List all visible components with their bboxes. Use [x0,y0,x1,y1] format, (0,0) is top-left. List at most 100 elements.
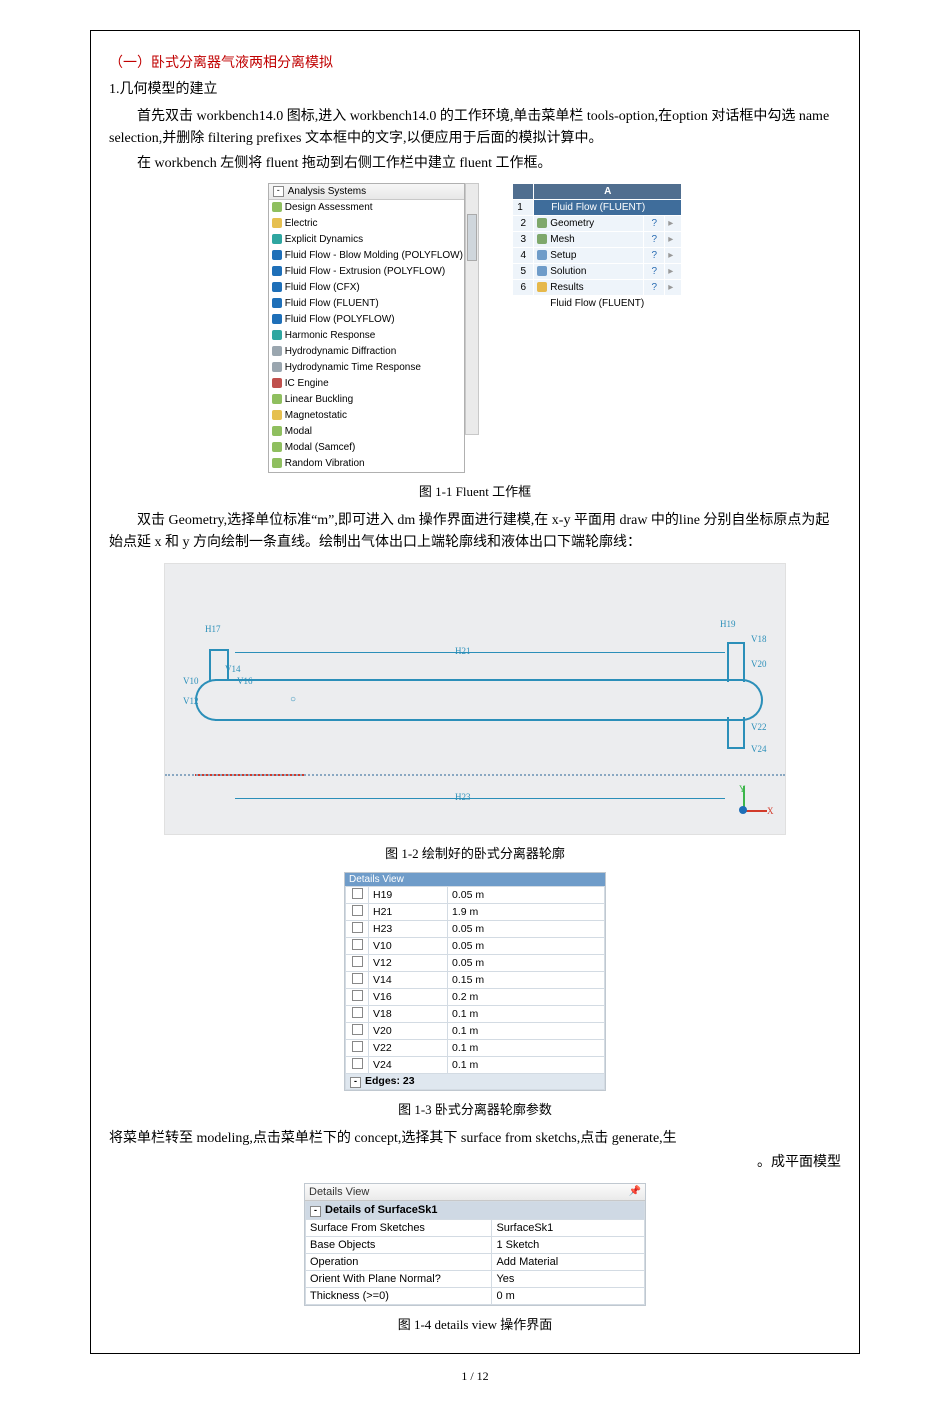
collapse-icon[interactable]: - [273,186,284,197]
dim-v14: V14 [225,664,241,674]
details-row[interactable]: H230.05 m [346,920,605,937]
toolbox-item[interactable]: Random Vibration [269,456,464,472]
pin-icon[interactable]: 📌 [629,1186,641,1197]
scroll-thumb[interactable] [467,214,477,261]
toolbox-item[interactable]: IC Engine [269,376,464,392]
details2-group[interactable]: Details of SurfaceSk1 [325,1204,438,1216]
checkbox-icon[interactable] [352,1024,363,1035]
toolbox-item[interactable]: Harmonic Response [269,328,464,344]
details-row[interactable]: V200.1 m [346,1022,605,1039]
schematic-block: A 1Fluid Flow (FLUENT) 2Geometry?▸3Mesh?… [512,183,682,311]
checkbox-icon[interactable] [352,922,363,933]
dotted-baseline [165,774,785,776]
details-row[interactable]: V160.2 m [346,988,605,1005]
details2-row[interactable]: Thickness (>=0)0 m [306,1287,645,1304]
toolbox-header-label: Analysis Systems [288,186,366,197]
figure-1-1: - Analysis Systems Design AssessmentElec… [109,183,841,473]
schematic-row[interactable]: 4Setup?▸ [513,248,681,263]
x-axis-icon: X [767,806,774,816]
details-row[interactable]: V100.05 m [346,937,605,954]
checkbox-icon[interactable] [352,1007,363,1018]
y-axis-icon: Y [739,784,746,794]
document-page: （一）卧式分离器气液两相分离模拟 1.几何模型的建立 首先双击 workbenc… [0,0,950,1404]
toolbox-item[interactable]: Linear Buckling [269,392,464,408]
details-row[interactable]: V240.1 m [346,1056,605,1073]
details-row[interactable]: H211.9 m [346,903,605,920]
schematic-row[interactable]: 3Mesh?▸ [513,232,681,247]
toolbox-item[interactable]: Explicit Dynamics [269,232,464,248]
checkbox-icon[interactable] [352,905,363,916]
dim-v22: V22 [751,722,767,732]
dim-v18: V18 [751,634,767,644]
paragraph-2: 在 workbench 左侧将 fluent 拖动到右侧工作栏中建立 fluen… [109,153,841,175]
toolbox-header[interactable]: - Analysis Systems [269,184,464,200]
details2-header: Details View [305,1184,645,1201]
page-number: 1 / 12 [0,1369,950,1384]
paragraph-1: 首先双击 workbench14.0 图标,进入 workbench14.0 的… [109,106,841,151]
figure-1-2: ○ H17 V10 V12 V14 V16 H21 H23 V18 V20 V2… [109,563,841,835]
schematic-row[interactable]: 6Results?▸ [513,280,681,295]
checkbox-icon[interactable] [352,990,363,1001]
details2-row[interactable]: Base Objects1 Sketch [306,1236,645,1253]
schematic-col: A [534,184,681,199]
app-icon [272,218,282,228]
schematic-row[interactable]: 2Geometry?▸ [513,216,681,231]
details-view-1: Details View H190.05 mH211.9 mH230.05 mV… [344,872,606,1091]
dim-v20: V20 [751,659,767,669]
details-group[interactable]: Edges: 23 [365,1075,415,1087]
details2-row[interactable]: Orient With Plane Normal?Yes [306,1270,645,1287]
origin-marker: ○ [290,694,296,705]
subsection-title: 1.几何模型的建立 [109,79,841,101]
toolbox-item[interactable]: Design Assessment [269,200,464,216]
dim-h17: H17 [205,624,221,634]
section-title: （一）卧式分离器气液两相分离模拟 [109,53,841,75]
details-row[interactable]: H190.05 m [346,886,605,903]
checkbox-icon[interactable] [352,1058,363,1069]
dim-h23: H23 [455,792,471,802]
toolbox-item[interactable]: Electric [269,216,464,232]
schematic-footer: Fluid Flow (FLUENT) [512,296,682,311]
toolbox-item[interactable]: Hydrodynamic Diffraction [269,344,464,360]
details-header: Details View [345,873,605,886]
details2-row[interactable]: Surface From SketchesSurfaceSk1 [306,1219,645,1236]
scrollbar[interactable] [465,183,479,435]
dim-h19-r: H19 [720,619,736,629]
app-icon [272,250,282,260]
toolbox-item[interactable]: Fluid Flow - Blow Molding (POLYFLOW) [269,248,464,264]
details-row[interactable]: V180.1 m [346,1005,605,1022]
toolbox-item[interactable]: Hydrodynamic Time Response [269,360,464,376]
app-icon [272,298,282,308]
details-row[interactable]: V220.1 m [346,1039,605,1056]
checkbox-icon[interactable] [352,939,363,950]
toolbox-item[interactable]: Magnetostatic [269,408,464,424]
app-icon [272,410,282,420]
toolbox-item[interactable]: Fluid Flow (POLYFLOW) [269,312,464,328]
sketch-canvas: ○ H17 V10 V12 V14 V16 H21 H23 V18 V20 V2… [164,563,786,835]
details-row[interactable]: V140.15 m [346,971,605,988]
checkbox-icon[interactable] [352,888,363,899]
app-icon [272,330,282,340]
toolbox-item[interactable]: Modal [269,424,464,440]
schematic-table: A 1Fluid Flow (FLUENT) 2Geometry?▸3Mesh?… [512,183,682,296]
paragraph-3: 双击 Geometry,选择单位标准“m”,即可进入 dm 操作界面进行建模,在… [109,510,841,555]
toolbox-item[interactable]: Modal (Samcef) [269,440,464,456]
details-view-2: 📌 Details View -Details of SurfaceSk1 Su… [304,1183,646,1306]
dim-v16: V16 [237,676,253,686]
toolbox-item[interactable]: Fluid Flow (CFX) [269,280,464,296]
schematic-row[interactable]: 5Solution?▸ [513,264,681,279]
toolbox-item[interactable]: Fluid Flow (FLUENT) [269,296,464,312]
app-icon [272,394,282,404]
toolbox-item[interactable]: Fluid Flow - Extrusion (POLYFLOW) [269,264,464,280]
dim-v12: V12 [183,696,199,706]
caption-1-4: 图 1-4 details view 操作界面 [109,1314,841,1333]
checkbox-icon[interactable] [352,973,363,984]
caption-1-3: 图 1-3 卧式分离器轮廓参数 [109,1099,841,1118]
app-icon [272,458,282,468]
app-icon [272,426,282,436]
checkbox-icon[interactable] [352,1041,363,1052]
details2-row[interactable]: OperationAdd Material [306,1253,645,1270]
details-row[interactable]: V120.05 m [346,954,605,971]
toolbox: - Analysis Systems Design AssessmentElec… [268,183,465,473]
checkbox-icon[interactable] [352,956,363,967]
app-icon [272,314,282,324]
